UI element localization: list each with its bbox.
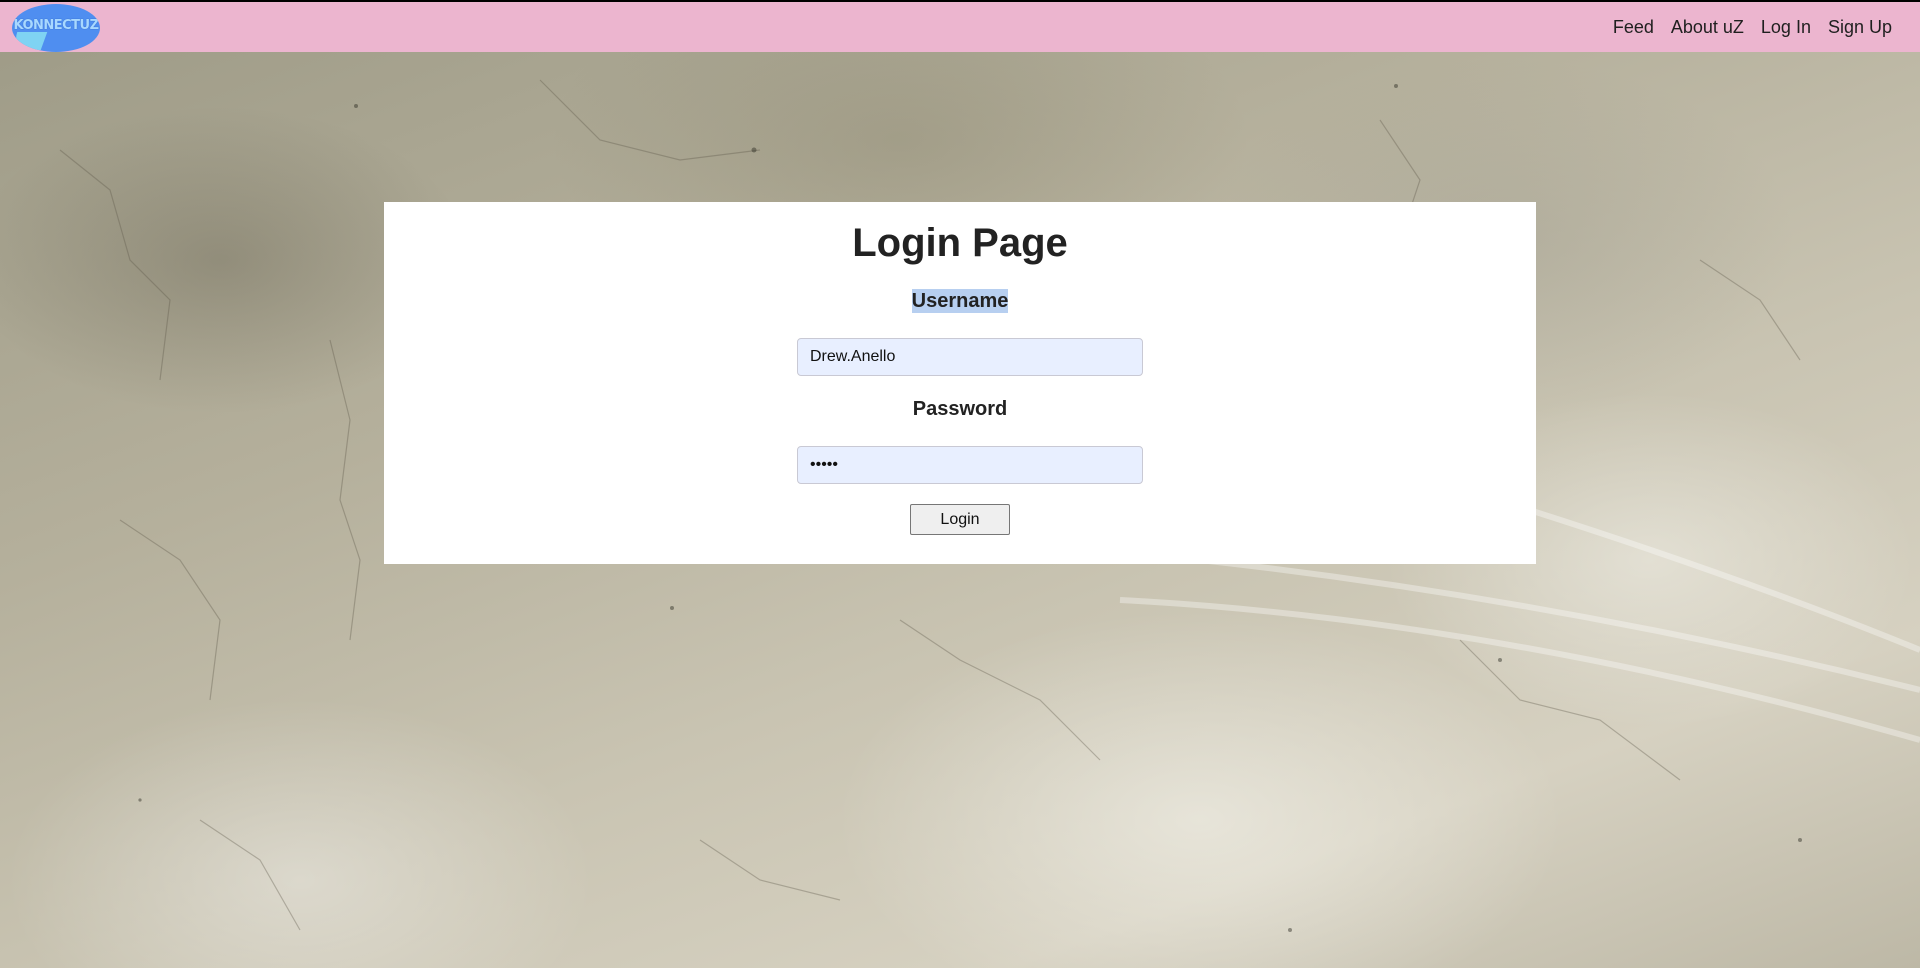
logo-text: KONNECTUZ xyxy=(13,18,99,33)
nav-link-signup[interactable]: Sign Up xyxy=(1828,17,1892,38)
nav-link-login[interactable]: Log In xyxy=(1761,17,1811,38)
nav-link-about[interactable]: About uZ xyxy=(1671,17,1744,38)
konnectuz-logo[interactable]: KONNECTUZ xyxy=(12,4,100,52)
username-label: Username xyxy=(384,289,1536,313)
nav-link-feed[interactable]: Feed xyxy=(1613,17,1654,38)
password-input[interactable] xyxy=(797,446,1143,484)
password-label-text: Password xyxy=(912,398,1008,420)
login-button[interactable]: Login xyxy=(910,504,1010,535)
username-input[interactable] xyxy=(797,338,1143,376)
password-label: Password xyxy=(384,398,1536,421)
logo-accent xyxy=(12,32,48,50)
username-label-text: Username xyxy=(911,289,1009,313)
top-navbar: KONNECTUZ Feed About uZ Log In Sign Up xyxy=(0,0,1920,52)
nav-links: Feed About uZ Log In Sign Up xyxy=(1613,2,1892,52)
page-title: Login Page xyxy=(852,221,1068,265)
login-card: Login Page Username Password Login xyxy=(384,202,1536,564)
